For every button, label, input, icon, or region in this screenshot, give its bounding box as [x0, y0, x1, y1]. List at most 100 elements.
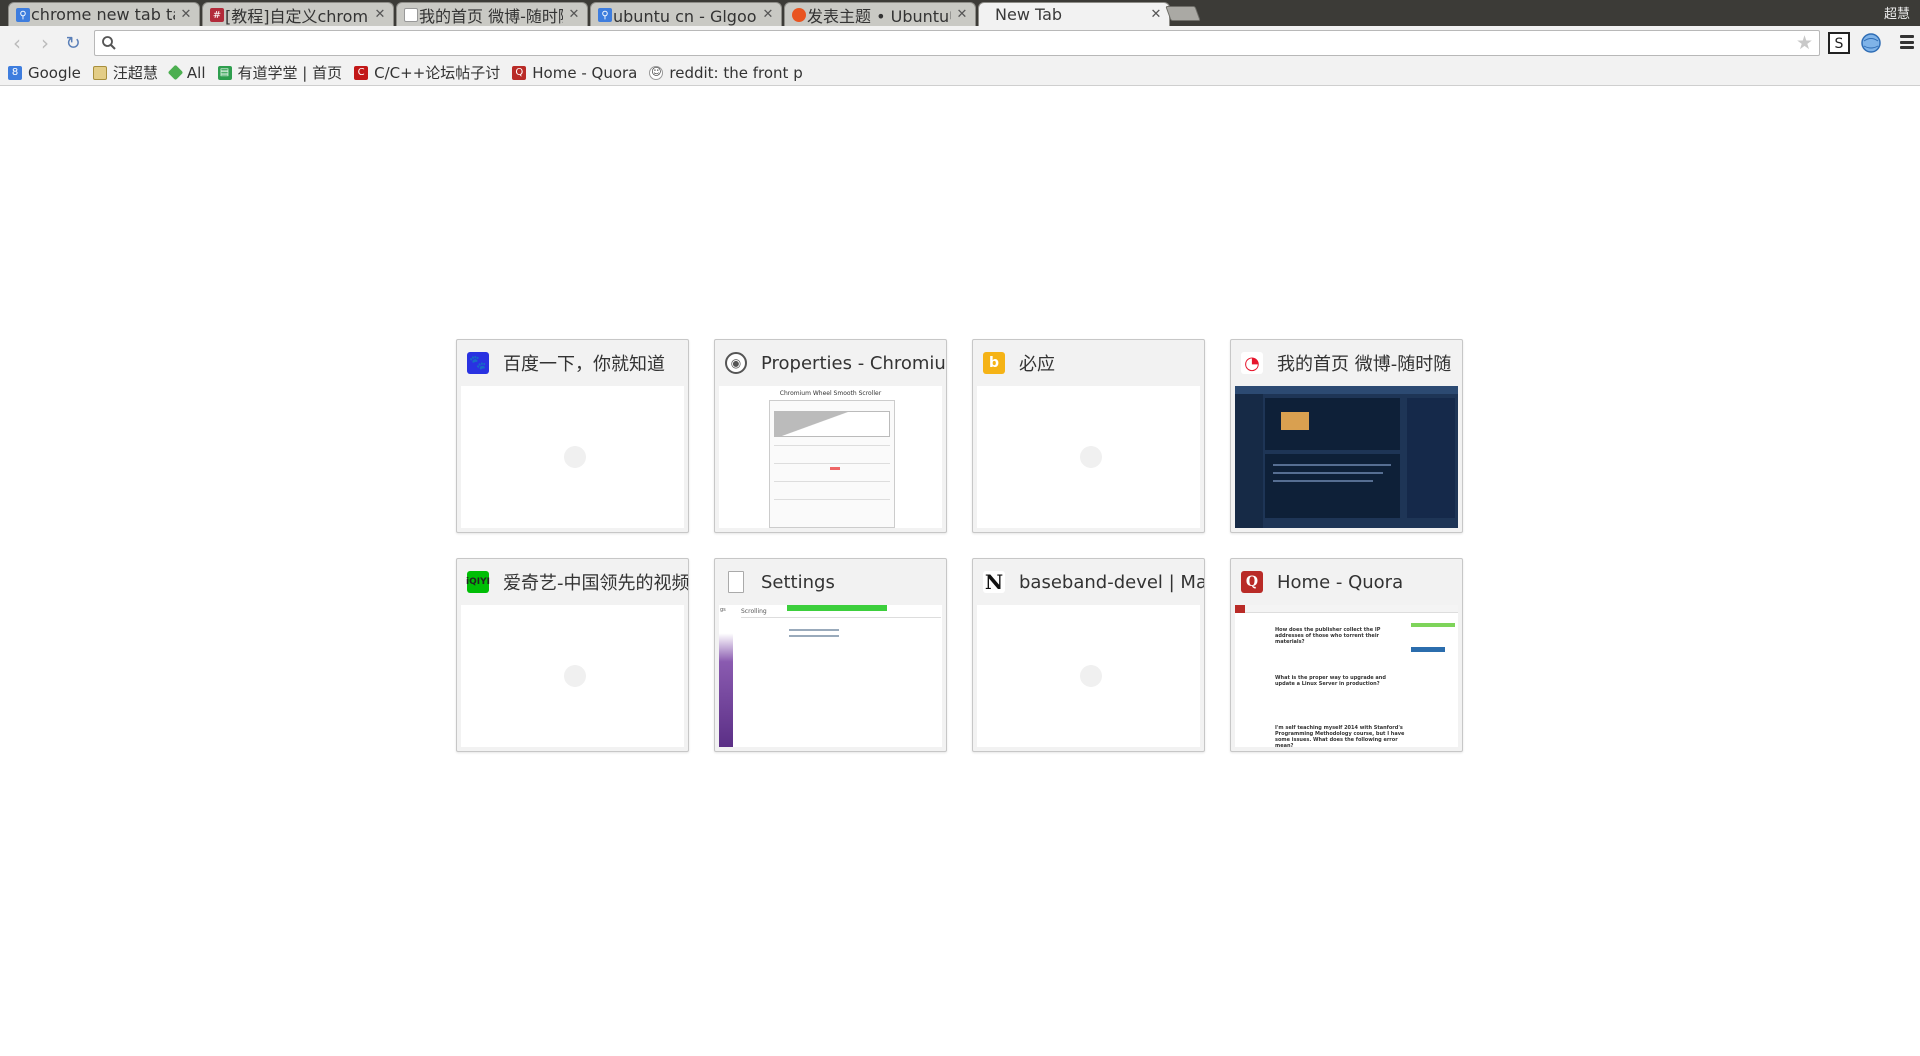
most-visited-tile-chromium[interactable]: ◉ Properties - Chromium Chromium Wheel Sm… [714, 339, 947, 533]
thumb-right-panel [1407, 398, 1455, 518]
menu-bar [1900, 40, 1914, 44]
extension-icon[interactable]: S [1828, 32, 1850, 54]
bookmark-label: Home - Quora [532, 63, 638, 82]
tile-thumbnail [977, 605, 1200, 747]
thumb-sidebar [719, 605, 733, 747]
bookmark-all[interactable]: All [167, 63, 206, 83]
most-visited-tile-bing[interactable]: b 必应 [972, 339, 1205, 533]
most-visited-tile-settings[interactable]: Settings gs Scrolling [714, 558, 947, 752]
tile-thumbnail [977, 386, 1200, 528]
search-icon [102, 36, 116, 50]
search-icon: ⚲ [16, 8, 30, 22]
tab-ubuntu-search[interactable]: ⚲ ubuntu cn - Glgoo 搜 ✕ [590, 2, 782, 26]
forum-icon: # [210, 8, 224, 22]
close-icon[interactable]: ✕ [567, 7, 581, 22]
toolbar: ‹ › ↻ ★ S [0, 26, 1920, 60]
tab-chrome-new-tab[interactable]: ⚲ chrome new tab tab ✕ [8, 2, 200, 26]
bookmark-google[interactable]: 8 Google [8, 63, 81, 83]
thumb-question: What is the proper way to upgrade and up… [1275, 675, 1386, 687]
bookmarks-bar: 8 Google 汪超慧 All ▤ 有道学堂 | 首页 C C/C++论坛帖子… [0, 60, 1920, 86]
tile-title: baseband-devel | Mail [1019, 571, 1204, 593]
thumb-button [1411, 647, 1445, 652]
most-visited-tile-baseband[interactable]: Nbaseband-devel | Mail [972, 558, 1205, 752]
thumb-text-line [1273, 480, 1373, 482]
thumb-line [774, 463, 890, 464]
close-icon[interactable]: ✕ [1149, 7, 1163, 22]
most-visited-tile-quora[interactable]: Q Home - Quora How does the publisher col… [1230, 558, 1463, 752]
tab-title: 发表主题 • Ubuntu中 [807, 6, 951, 26]
back-arrow-icon: ‹ [13, 31, 21, 55]
bookmark-label: reddit: the front p [669, 63, 803, 82]
reload-button[interactable]: ↻ [62, 32, 84, 54]
tab-weibo[interactable]: 我的首页 微博-随时随 ✕ [396, 2, 588, 26]
bookmark-folder[interactable]: 汪超慧 [92, 63, 158, 83]
iqiyi-icon: iQIYI [466, 571, 490, 593]
close-icon[interactable]: ✕ [373, 7, 387, 22]
bookmark-csdn[interactable]: C C/C++论坛帖子讨 [354, 63, 500, 83]
back-button[interactable]: ‹ [6, 31, 28, 55]
thumb-text-line [1273, 472, 1383, 474]
profile-name[interactable]: 超慧 [1884, 3, 1910, 22]
tile-title: Home - Quora [1277, 571, 1404, 593]
thumb-left-nav [1235, 615, 1271, 745]
thumb-slider [789, 635, 839, 637]
tile-thumbnail [461, 605, 684, 747]
omnibox-input[interactable] [121, 33, 1781, 53]
folder-icon [92, 65, 107, 80]
tile-thumbnail: gs Scrolling [719, 605, 942, 747]
tab-ubuntu-forum[interactable]: 发表主题 • Ubuntu中 ✕ [784, 2, 976, 26]
mailman-icon: N [983, 570, 1005, 594]
menu-bar [1900, 46, 1914, 49]
thumb-heading: Scrolling [741, 608, 767, 615]
tab-custom-chrome[interactable]: # [教程]自定义chrome ✕ [202, 2, 394, 26]
thumb-line [741, 617, 941, 618]
forward-arrow-icon: › [41, 31, 49, 55]
bookmark-reddit[interactable]: ☺ reddit: the front p [649, 63, 803, 83]
csdn-icon: C [354, 65, 369, 80]
loading-dot [1080, 446, 1102, 468]
bookmark-star-icon[interactable]: ★ [1796, 32, 1813, 54]
bookmark-label: C/C++论坛帖子讨 [374, 64, 501, 82]
most-visited-tile-weibo[interactable]: ◔ 我的首页 微博-随时随 [1230, 339, 1463, 533]
tile-thumbnail: Chromium Wheel Smooth Scroller [719, 386, 942, 528]
ubuntu-icon [792, 8, 806, 22]
svg-text:S: S [1835, 36, 1844, 52]
loading-dot [1080, 665, 1102, 687]
omnibox[interactable]: ★ [94, 30, 1820, 56]
bing-icon: b [983, 352, 1005, 374]
thumb-topbar [1235, 386, 1458, 394]
extension-globe-icon[interactable] [1860, 32, 1882, 54]
forward-button[interactable]: › [34, 31, 56, 55]
tab-title: 我的首页 微博-随时随 [419, 6, 563, 26]
search-icon: ⚲ [598, 8, 612, 22]
chrome-menu-button[interactable] [1898, 34, 1916, 50]
close-icon[interactable]: ✕ [761, 7, 775, 22]
thumb-heading: Chromium Wheel Smooth Scroller [779, 390, 882, 397]
new-tab-button[interactable] [1165, 6, 1201, 21]
thumb-panel [769, 400, 895, 528]
thumb-progress [1411, 623, 1455, 627]
thumb-logo [1235, 605, 1245, 613]
most-visited-tile-iqiyi[interactable]: iQIYI 爱奇艺-中国领先的视频 [456, 558, 689, 752]
thumb-line [774, 481, 890, 482]
close-icon[interactable]: ✕ [955, 7, 969, 22]
thumb-post [1265, 398, 1400, 450]
thumb-left-nav [1235, 394, 1263, 528]
thumb-notification [787, 605, 887, 611]
bookmark-quora[interactable]: Q Home - Quora [512, 63, 637, 83]
most-visited-tile-baidu[interactable]: 🐾 百度一下，你就知道 [456, 339, 689, 533]
close-icon[interactable]: ✕ [179, 7, 193, 22]
loading-dot [564, 665, 586, 687]
thumb-sidebar-label: gs [720, 607, 726, 613]
document-icon [404, 8, 418, 22]
reddit-icon: ☺ [649, 65, 664, 80]
bookmark-label: Google [28, 63, 81, 82]
tab-strip: ⚲ chrome new tab tab ✕ # [教程]自定义chrome ✕… [0, 0, 1920, 26]
tab-new-tab[interactable]: New Tab ✕ [978, 2, 1170, 26]
thumb-post [1265, 454, 1400, 518]
tile-title: 爱奇艺-中国领先的视频 [503, 573, 688, 594]
tile-title: 必应 [1019, 354, 1055, 375]
bookmark-youdao[interactable]: ▤ 有道学堂 | 首页 [217, 63, 342, 83]
bookmark-label: All [186, 63, 206, 82]
thumb-image [1281, 412, 1309, 430]
